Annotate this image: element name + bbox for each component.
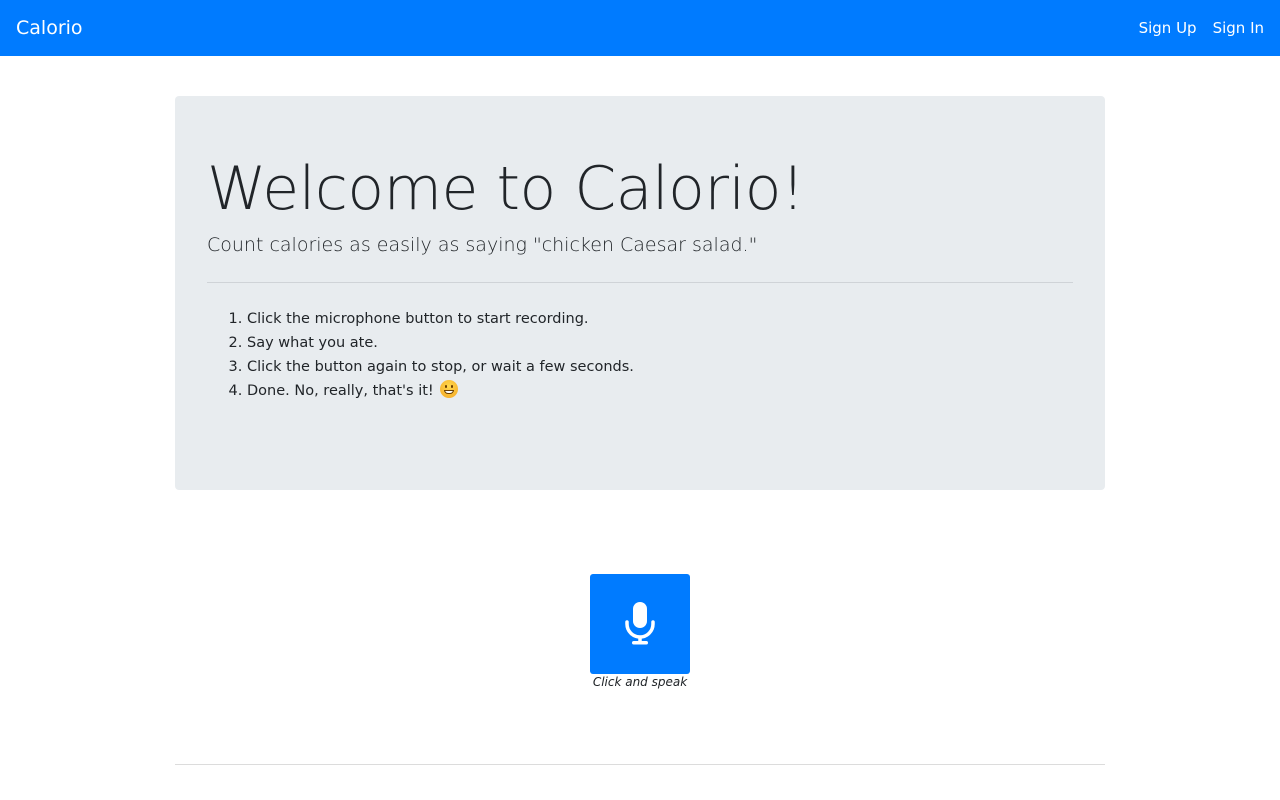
mic-caption: Click and speak [592, 675, 688, 689]
list-item: Done. No, really, that's it! [247, 379, 1073, 403]
list-item: Say what you ate. [247, 331, 1073, 355]
microphone-icon [625, 602, 655, 645]
navbar: Calorio Sign Up Sign In [0, 0, 1280, 56]
page-title: Welcome to Calorio! [207, 154, 805, 224]
sign-up-link[interactable]: Sign Up [1139, 19, 1197, 37]
welcome-jumbotron: Welcome to Calorio! Count calories as ea… [175, 96, 1105, 490]
list-item: Click the microphone button to start rec… [247, 307, 1073, 331]
lead-text: Count calories as easily as saying "chic… [207, 234, 758, 256]
divider [207, 282, 1073, 283]
instructions-list: Click the microphone button to start rec… [207, 307, 1073, 403]
nav-links: Sign Up Sign In [1139, 19, 1264, 37]
main-container: Welcome to Calorio! Count calories as ea… [175, 96, 1105, 765]
microphone-button[interactable] [590, 574, 690, 674]
brand-logo[interactable]: Calorio [16, 17, 83, 39]
sign-in-link[interactable]: Sign In [1213, 19, 1264, 37]
list-item: Click the button again to stop, or wait … [247, 355, 1073, 379]
footer-divider [175, 764, 1105, 765]
grinning-face-icon [440, 380, 459, 398]
recorder-area: Click and speak [175, 574, 1105, 689]
